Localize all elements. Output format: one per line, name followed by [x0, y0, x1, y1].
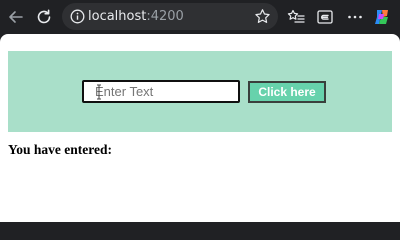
- input-banner: Click here: [8, 51, 392, 132]
- favorite-star-icon[interactable]: [254, 8, 271, 25]
- info-icon[interactable]: [70, 9, 85, 24]
- extension-e-icon[interactable]: [315, 7, 335, 27]
- address-bar[interactable]: localhost:4200: [62, 3, 278, 30]
- url-text[interactable]: localhost:4200: [88, 9, 184, 24]
- reload-icon[interactable]: [34, 7, 54, 27]
- url-port: :4200: [146, 9, 184, 24]
- text-cursor-icon: [96, 84, 102, 100]
- back-icon[interactable]: [6, 7, 26, 27]
- result-text: You have entered:: [8, 142, 112, 158]
- favorites-bar-icon[interactable]: [286, 7, 306, 27]
- browser-toolbar: localhost:4200: [0, 0, 400, 34]
- copilot-icon[interactable]: [372, 7, 392, 27]
- more-icon[interactable]: [345, 7, 365, 27]
- click-here-button[interactable]: Click here: [248, 81, 326, 103]
- page-viewport: Click here You have entered:: [0, 34, 400, 222]
- url-host: localhost: [88, 9, 147, 24]
- text-input[interactable]: [82, 80, 240, 103]
- result-label: You have entered:: [8, 142, 112, 157]
